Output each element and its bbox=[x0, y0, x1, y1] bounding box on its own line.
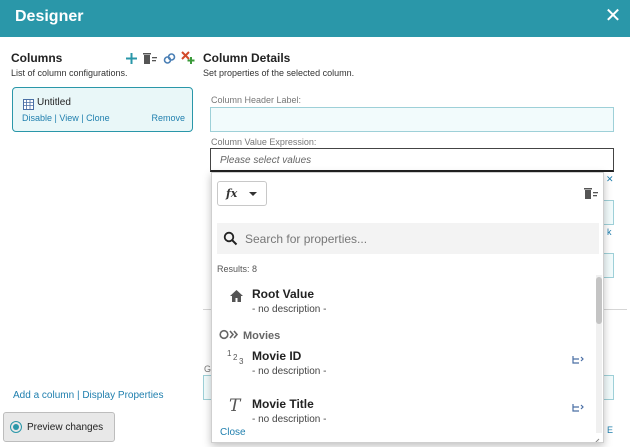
add-icon[interactable] bbox=[124, 51, 138, 65]
details-heading: Column Details bbox=[203, 51, 291, 65]
caret-down-icon bbox=[249, 191, 258, 196]
bg-link-fragment-2: E bbox=[607, 425, 614, 435]
display-properties-link[interactable]: Display Properties bbox=[82, 390, 163, 401]
search-icon bbox=[223, 231, 238, 246]
svg-text:T: T bbox=[229, 396, 242, 414]
item-description: - no description - bbox=[252, 366, 327, 377]
item-description: - no description - bbox=[252, 304, 327, 315]
delete-list-icon[interactable] bbox=[584, 187, 598, 201]
svg-text:1: 1 bbox=[227, 349, 232, 358]
function-menu-button[interactable]: fx bbox=[217, 181, 267, 206]
item-name: Movie Title bbox=[252, 397, 314, 411]
property-picker-dropdown: fx Results: 8 Root Value - no descriptio… bbox=[211, 172, 604, 443]
function-icon: fx bbox=[226, 187, 238, 200]
resize-handle-icon[interactable] bbox=[593, 432, 600, 442]
remove-column-icon[interactable] bbox=[181, 51, 195, 65]
drill-icon[interactable] bbox=[572, 352, 584, 364]
remove-link[interactable]: Remove bbox=[151, 113, 185, 123]
group-name: Movies bbox=[243, 330, 281, 342]
preview-label: Preview changes bbox=[27, 421, 104, 433]
bg-label-fragment: G bbox=[204, 364, 212, 374]
column-card[interactable]: Untitled Disable | View | Clone Remove bbox=[12, 87, 193, 132]
text-type-icon: T bbox=[226, 396, 246, 414]
property-search bbox=[217, 223, 599, 254]
list-item-movie-id[interactable]: 123 Movie ID - no description - bbox=[212, 345, 592, 389]
scrollbar-thumb[interactable] bbox=[596, 277, 602, 324]
link-icon[interactable] bbox=[162, 51, 176, 65]
dropdown-close-link[interactable]: Close bbox=[220, 427, 246, 438]
columns-heading: Columns bbox=[11, 51, 63, 65]
svg-text:2: 2 bbox=[233, 353, 238, 362]
columns-subtitle: List of column configurations. bbox=[11, 68, 128, 78]
column-actions: Disable | View | Clone bbox=[22, 113, 110, 123]
value-expression-field[interactable]: Please select values bbox=[210, 148, 614, 172]
list-item-movie-title[interactable]: T Movie Title - no description - bbox=[212, 393, 592, 437]
scrollbar[interactable] bbox=[596, 275, 602, 433]
add-column-link[interactable]: Add a column bbox=[13, 390, 74, 401]
clone-link[interactable]: Clone bbox=[86, 113, 110, 123]
value-placeholder: Please select values bbox=[220, 155, 312, 166]
svg-text:3: 3 bbox=[239, 357, 244, 366]
bg-field-fragment bbox=[603, 200, 614, 225]
search-input[interactable] bbox=[245, 228, 590, 249]
list-item-root-value[interactable]: Root Value - no description - bbox=[212, 283, 592, 327]
close-icon[interactable]: ✕ bbox=[602, 5, 624, 27]
group-header-movies: Movies bbox=[219, 327, 280, 345]
bg-link-fragment: k bbox=[607, 227, 612, 237]
table-icon bbox=[23, 97, 34, 110]
preview-changes-button[interactable]: Preview changes bbox=[3, 412, 115, 442]
title-bar: Designer ✕ bbox=[0, 0, 630, 37]
value-expression-caption: Column Value Expression: bbox=[211, 137, 317, 147]
bg-field-fragment-4 bbox=[603, 375, 614, 400]
drill-icon[interactable] bbox=[572, 400, 584, 412]
item-name: Root Value bbox=[252, 287, 315, 301]
item-name: Movie ID bbox=[252, 349, 302, 363]
window-title: Designer bbox=[15, 8, 84, 25]
delete-list-icon[interactable] bbox=[143, 51, 157, 65]
columns-toolbar bbox=[124, 51, 195, 65]
numeric-icon: 123 bbox=[226, 348, 246, 366]
view-link[interactable]: View bbox=[59, 113, 78, 123]
columns-footer-links: Add a column | Display Properties bbox=[13, 390, 163, 401]
header-label-field[interactable] bbox=[210, 107, 614, 132]
results-count: Results: 8 bbox=[217, 264, 258, 274]
group-relation-icon bbox=[219, 327, 241, 345]
details-subtitle: Set properties of the selected column. bbox=[203, 68, 355, 78]
header-label-caption: Column Header Label: bbox=[211, 95, 302, 105]
home-icon bbox=[226, 287, 246, 305]
item-description: - no description - bbox=[252, 414, 327, 425]
radio-icon bbox=[10, 421, 22, 433]
disable-link[interactable]: Disable bbox=[22, 113, 52, 123]
bg-field-fragment-2 bbox=[603, 253, 614, 278]
bg-close-fragment: ✕ bbox=[606, 174, 614, 184]
column-name: Untitled bbox=[37, 97, 71, 108]
